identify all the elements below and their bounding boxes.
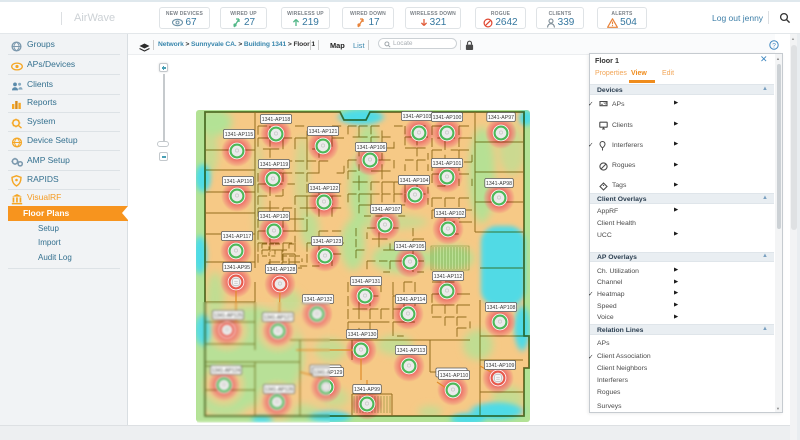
svg-text:1341-AP119: 1341-AP119 [260, 162, 289, 168]
svg-text:1341-AP105: 1341-AP105 [396, 244, 425, 250]
svg-text:1341-AP107: 1341-AP107 [372, 207, 401, 213]
svg-text:1341-AP123: 1341-AP123 [313, 239, 342, 245]
svg-text:1341-AP117: 1341-AP117 [223, 234, 252, 240]
svg-text:1341-AP120: 1341-AP120 [260, 214, 289, 220]
svg-text:1341-AP108: 1341-AP108 [487, 305, 516, 311]
svg-text:1341-AP114: 1341-AP114 [397, 297, 426, 303]
svg-text:1341-AP121: 1341-AP121 [309, 129, 338, 135]
svg-text:?: ? [772, 42, 776, 49]
svg-text:1341-AP128: 1341-AP128 [267, 267, 296, 273]
svg-text:1341-AP103: 1341-AP103 [403, 114, 432, 120]
svg-text:1341-AP99: 1341-AP99 [354, 387, 380, 393]
svg-text:1341-AP131: 1341-AP131 [352, 279, 381, 285]
svg-text:1341-AP113: 1341-AP113 [397, 348, 426, 354]
svg-text:1341-AP115: 1341-AP115 [225, 132, 254, 138]
svg-text:1341-AP112: 1341-AP112 [434, 274, 463, 280]
svg-text:1341-AP110: 1341-AP110 [440, 373, 469, 379]
svg-text:1341-AP130: 1341-AP130 [348, 332, 377, 338]
svg-text:1341-AP100: 1341-AP100 [433, 115, 462, 121]
svg-text:1341-AP98: 1341-AP98 [486, 181, 512, 187]
svg-text:1341-AP104: 1341-AP104 [400, 178, 429, 184]
svg-text:1341-AP102: 1341-AP102 [436, 211, 465, 217]
svg-text:1341-AP106: 1341-AP106 [357, 145, 386, 151]
svg-text:1341-AP122: 1341-AP122 [310, 186, 339, 192]
svg-text:1341-AP97: 1341-AP97 [488, 115, 514, 121]
svg-text:1341-AP118: 1341-AP118 [262, 117, 291, 123]
svg-text:1341-AP109: 1341-AP109 [486, 363, 515, 369]
svg-text:1341-AP116: 1341-AP116 [224, 179, 253, 185]
svg-text:1341-AP95: 1341-AP95 [224, 265, 250, 271]
svg-text:1341-AP101: 1341-AP101 [433, 161, 462, 167]
